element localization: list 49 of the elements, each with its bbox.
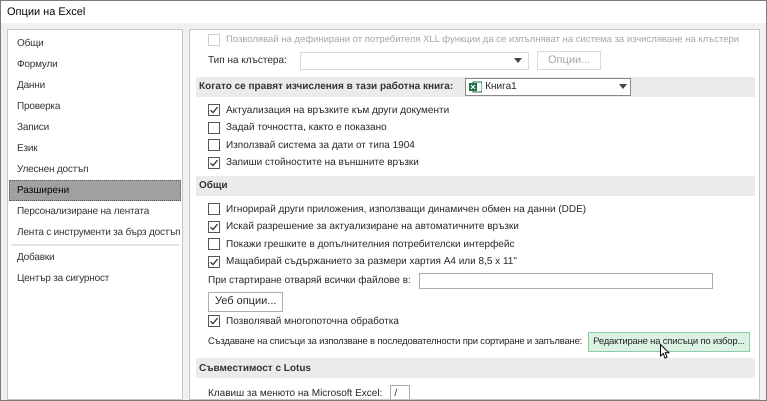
checkbox-label: Позволявай на дефинирани от потребителя XLL функции да се изпълняват на система за изчисляване на клъстери xyxy=(226,32,740,47)
sidebar-item[interactable]: Разширени xyxy=(9,180,181,201)
field-label: Създаване на списъци за използване в последователности при сортиране и запълване: xyxy=(208,334,582,349)
sidebar-item[interactable]: Общи xyxy=(9,33,181,54)
checkbox[interactable] xyxy=(208,315,220,328)
sidebar-item[interactable]: Център за сигурност xyxy=(9,268,181,289)
sidebar-item[interactable]: Формули xyxy=(9,54,181,75)
checkbox[interactable] xyxy=(208,220,220,233)
checkbox[interactable] xyxy=(208,203,220,216)
section-title: Съвместимост с Lotus xyxy=(199,362,311,376)
checkbox-label: Покажи грешките в допълнителния потребителски интерфейс xyxy=(226,238,514,252)
sidebar-item[interactable]: Добавки xyxy=(9,247,181,268)
dropdown-arrow-icon xyxy=(514,58,522,63)
checkbox[interactable] xyxy=(208,256,220,268)
checkbox-label: Мащабирай съдържанието за размери хартия А4 или 8,5 x 11" xyxy=(226,255,517,270)
checkbox-label: Искай разрешение за актуализиране на автоматичните връзки xyxy=(226,220,519,234)
field-label: Клавиш за менюто на Microsoft Excel: xyxy=(208,386,382,399)
edit-custom-lists-button[interactable]: Редактиране на списъци по избор... xyxy=(588,332,750,352)
checkbox[interactable] xyxy=(208,122,220,134)
cursor-icon xyxy=(660,344,670,359)
field-label: Тип на клъстера: xyxy=(208,54,288,68)
workbook-dropdown[interactable]: Книга1 xyxy=(465,78,632,96)
checkbox-label: Запиши стойностите на външните връзки xyxy=(226,156,419,170)
spreadsheet-icon xyxy=(469,80,482,92)
field-label: При стартиране отваряй всички файлове в: xyxy=(208,274,411,288)
window-title: Опции на Excel xyxy=(7,4,86,20)
checkbox-label: Игнорирай други приложения, използващи динамичен обмен на данни (DDE) xyxy=(226,202,586,217)
input-field[interactable]: / xyxy=(390,385,410,399)
checkbox[interactable] xyxy=(208,139,220,152)
sidebar-item[interactable]: Език xyxy=(9,138,181,159)
web-options-button[interactable]: Уеб опции... xyxy=(208,292,284,312)
dropdown-value: Книга1 xyxy=(485,80,518,94)
section-title: Общи xyxy=(199,179,228,193)
checkbox-label: Актуализация на връзките към други документи xyxy=(226,104,450,118)
checkbox[interactable] xyxy=(208,238,220,250)
sidebar-item[interactable]: Лента с инструменти за бърз достъп xyxy=(9,222,181,243)
checkbox-label: Задай точността, както е показано xyxy=(226,121,387,136)
sidebar-item[interactable]: Улеснен достъп xyxy=(9,159,181,180)
checkbox[interactable] xyxy=(208,156,220,169)
sidebar-item[interactable]: Проверка xyxy=(9,96,181,117)
dropdown-arrow-icon xyxy=(619,84,628,89)
checkbox-label: Използвай система за дати от типа 1904 xyxy=(226,138,415,153)
checkbox[interactable] xyxy=(208,104,220,116)
sidebar-item[interactable]: Персонализиране на лентата xyxy=(9,201,181,222)
section-title: Когато се правят изчисления в тази работна книга: xyxy=(199,80,454,94)
sidebar-item[interactable]: Данни xyxy=(9,75,181,96)
checkbox-label: Позволявай многопоточна обработка xyxy=(226,314,399,329)
input-field[interactable] xyxy=(418,272,713,288)
sidebar-item[interactable]: Записи xyxy=(9,117,181,138)
